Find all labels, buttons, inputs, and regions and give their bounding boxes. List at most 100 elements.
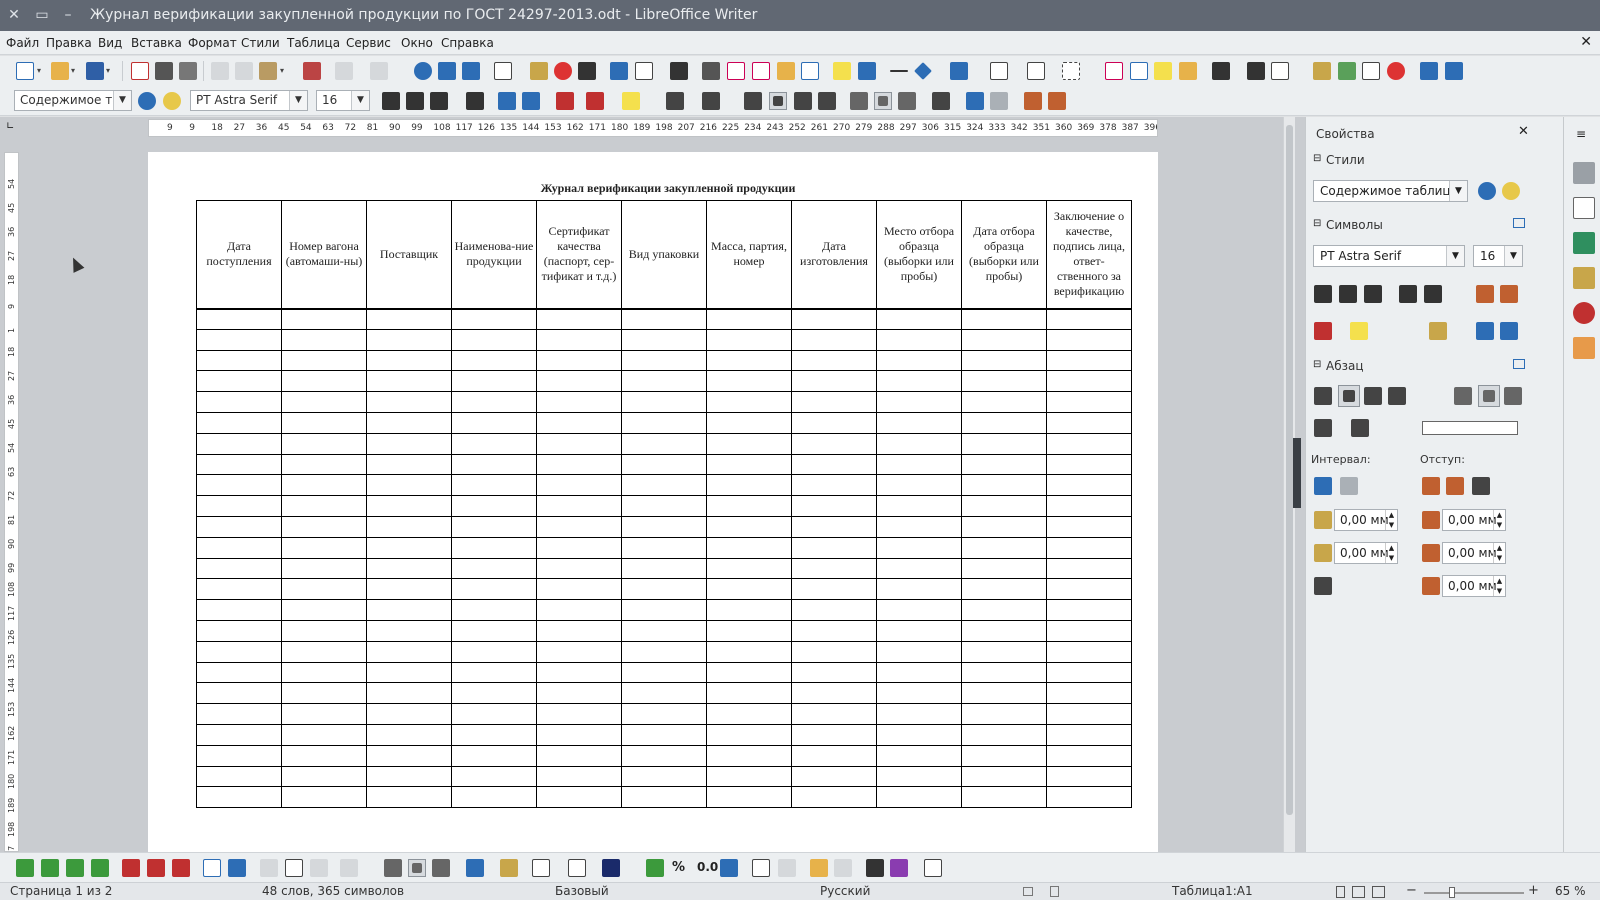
table-cell[interactable] [196,453,282,476]
table-cell[interactable] [961,515,1047,538]
table-cell[interactable] [621,640,707,663]
table-cell[interactable] [536,786,622,809]
column-header[interactable]: Дата поступления [196,200,282,310]
table-cell[interactable] [621,391,707,413]
justify-icon[interactable] [1388,387,1406,405]
chevron-down-icon[interactable]: ▼ [1504,246,1522,266]
insert-line-icon[interactable] [890,62,908,80]
font-name-select[interactable]: PT Astra Serif ▼ [190,90,308,111]
maximize-window-icon[interactable]: ▭ [34,6,50,24]
update-style-icon[interactable] [1478,182,1496,200]
table-cell[interactable] [621,619,707,642]
align-left-icon[interactable] [744,92,762,110]
align-left-icon[interactable] [1314,387,1332,405]
insert-columns-before-icon[interactable] [66,859,84,877]
table-cell[interactable] [961,474,1047,497]
table-cell[interactable] [791,619,877,642]
insert-textbox-icon[interactable] [578,62,596,80]
table-cell[interactable] [621,432,707,455]
align-middle-icon[interactable] [874,92,892,110]
align-top-icon[interactable] [850,92,868,110]
table-cell[interactable] [621,786,707,809]
delete-rows-icon[interactable] [122,859,140,877]
table-cell[interactable] [876,599,962,621]
first-line-indent-field[interactable]: 0,00 мм ▲ ▼ [1442,575,1506,597]
manage-changes-tab-icon[interactable] [1573,337,1595,359]
collapse-icon[interactable]: ⊟ [1313,153,1321,164]
table-cell[interactable] [366,786,452,809]
document-modified-icon[interactable] [1050,886,1059,897]
table-cell[interactable] [451,370,537,393]
table-cell[interactable] [706,308,792,330]
number-format-percent[interactable]: % [672,860,685,875]
table-cell[interactable] [706,495,792,517]
subscript-icon[interactable] [522,92,540,110]
table-cell[interactable] [366,703,452,725]
print-preview-icon[interactable] [179,62,197,80]
table-cell[interactable] [1046,474,1132,497]
table-cell[interactable] [1046,723,1132,746]
table-cell[interactable] [1046,640,1132,663]
table-cell[interactable] [536,599,622,621]
form-icon[interactable] [1362,62,1380,80]
vertical-ruler[interactable]: 54 45 36 27 18 9 1 18 27 36 45 54 63 72 81 90 99 108 117 12… [4,152,19,852]
clear-formatting-icon[interactable] [556,92,574,110]
table-cell[interactable] [876,349,962,372]
decrease-spacing-icon[interactable] [1340,477,1358,495]
table-cell[interactable] [876,308,962,330]
font-color-icon[interactable] [1314,322,1332,340]
insert-image-icon[interactable] [530,62,548,80]
special-character-icon[interactable] [670,62,688,80]
indent-before-field[interactable]: 0,00 мм ▲ ▼ [1442,509,1506,531]
table-cell[interactable] [451,578,537,601]
paragraph-style-select[interactable]: Содержимое табл ▼ [14,90,132,111]
table-cell[interactable] [876,411,962,434]
select-table-icon[interactable] [228,859,246,877]
table-cell[interactable] [621,578,707,601]
table-cell[interactable] [281,661,367,684]
status-word-count[interactable]: 48 слов, 365 символов [262,884,404,898]
table-cell[interactable] [536,328,622,351]
comment-icon[interactable] [833,62,851,80]
table-cell[interactable] [281,557,367,580]
table-cell[interactable] [621,515,707,538]
table-cell[interactable] [536,703,622,725]
column-header[interactable]: Место отбора образца (выборки или пробы) [876,200,962,310]
table-cell[interactable] [1046,578,1132,601]
table-cell[interactable] [536,432,622,455]
copy-icon[interactable] [235,62,253,80]
protect-cells-icon[interactable] [810,859,828,877]
table-cell[interactable] [536,744,622,767]
table-cell[interactable] [706,349,792,372]
menu-tools[interactable]: Сервис [346,36,391,50]
table-cell[interactable] [451,328,537,351]
status-page[interactable]: Страница 1 из 2 [10,884,112,898]
table-cell[interactable] [366,619,452,642]
table-cell[interactable] [366,682,452,705]
table-cell[interactable] [876,703,962,725]
optimize-size-icon[interactable] [340,859,358,877]
align-bottom-icon[interactable] [432,859,450,877]
decrease-indent-icon[interactable] [1446,477,1464,495]
table-cell[interactable] [876,661,962,684]
scrollbar-thumb[interactable] [1286,125,1293,815]
highlight-color-icon[interactable] [1350,322,1368,340]
table-cell[interactable] [451,474,537,497]
table-cell[interactable] [451,723,537,746]
table-cell[interactable] [281,619,367,642]
table-cell[interactable] [791,786,877,809]
table-cell[interactable] [196,599,282,621]
table-cell[interactable] [706,557,792,580]
table-cell[interactable] [706,703,792,725]
borders-icon[interactable] [1027,62,1045,80]
basic-shapes-icon[interactable] [914,62,932,80]
close-sidebar-icon[interactable]: ✕ [1518,124,1529,139]
table-cell[interactable] [706,744,792,767]
navigator-icon[interactable] [1212,62,1230,80]
endnote-icon[interactable] [752,62,770,80]
table-cell[interactable] [1046,744,1132,767]
table-cell[interactable] [961,328,1047,351]
italic-icon[interactable] [1339,285,1357,303]
table-cell[interactable] [536,474,622,497]
table-cell[interactable] [876,723,962,746]
